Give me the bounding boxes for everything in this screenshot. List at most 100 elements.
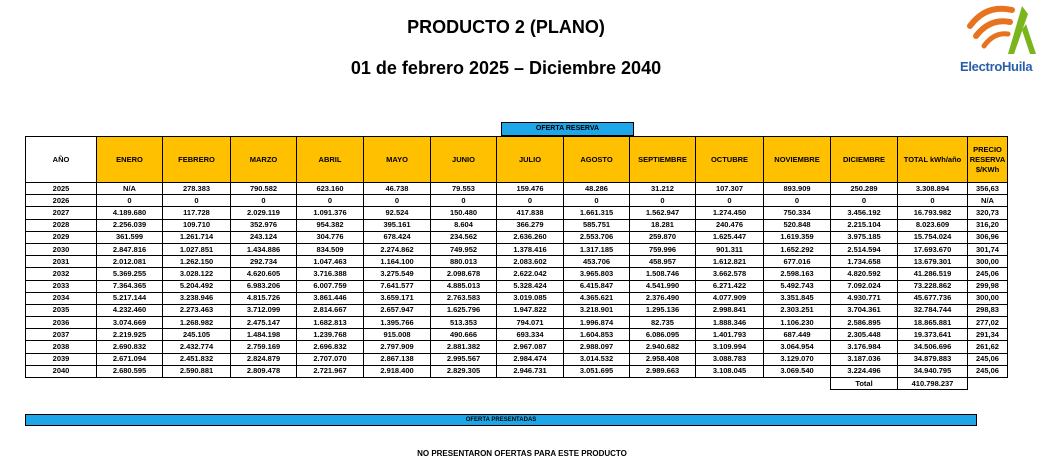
table-cell: 4.820.592 <box>830 267 898 281</box>
table-row: 2027 4.189.680 117.728 2.029.119 1.091.376 92… <box>25 206 1008 220</box>
table-cell: 4.620.605 <box>230 267 297 281</box>
table-cell: 0 <box>96 194 163 208</box>
table-cell: 4.365.621 <box>563 291 630 305</box>
table-cell: 300,00 <box>967 291 1008 305</box>
table-cell: N/A <box>96 181 163 196</box>
table-cell: 2.274.862 <box>363 242 431 257</box>
column-header: MAYO <box>363 136 431 183</box>
column-header: NOVIEMBRE <box>763 136 831 183</box>
table-cell: 6.271.422 <box>695 279 764 293</box>
table-cell: 759.996 <box>629 242 696 257</box>
column-header: DICIEMBRE <box>830 136 898 183</box>
table-cell: 2.553.706 <box>563 230 630 244</box>
table-cell: 298,83 <box>967 303 1008 318</box>
table-cell: 2.273.463 <box>162 303 231 318</box>
table-cell: 3.028.122 <box>162 267 231 281</box>
table-cell: 1.562.947 <box>629 206 696 220</box>
table-cell: 240.476 <box>695 218 764 232</box>
table-cell: 4.930.771 <box>830 291 898 305</box>
column-header: FEBRERO <box>162 136 231 183</box>
table-cell: 2.303.251 <box>763 303 831 318</box>
column-header: AÑO <box>25 136 97 183</box>
column-header: MARZO <box>230 136 297 183</box>
table-cell: 693.334 <box>496 328 564 342</box>
table-cell: 3.074.669 <box>96 316 163 330</box>
table-cell: 2.256.039 <box>96 218 163 232</box>
table-cell: 301,74 <box>967 242 1008 257</box>
table-cell: 300,00 <box>967 255 1008 269</box>
table-cell: 277,02 <box>967 316 1008 330</box>
empty-cell <box>564 378 630 390</box>
table-cell: 2.514.594 <box>830 242 898 257</box>
table-cell: 3.308.894 <box>897 181 968 196</box>
table-cell: 7.641.577 <box>363 279 431 293</box>
table-cell: 2.958.408 <box>629 352 696 366</box>
table-cell: 1.682.813 <box>296 316 364 330</box>
empty-cell <box>630 378 696 390</box>
table-cell: 2.305.448 <box>830 328 898 342</box>
table-cell: 306,96 <box>967 230 1008 244</box>
empty-cell <box>231 378 297 390</box>
table-cell: 3.064.954 <box>763 340 831 354</box>
table-cell: 2.984.474 <box>496 352 564 366</box>
table-cell: 243.124 <box>230 230 297 244</box>
table-cell: 2.012.081 <box>96 255 163 269</box>
table-row: 2037 2.219.925 245.105 1.484.198 1.239.768 91… <box>25 328 1008 342</box>
empty-cell <box>497 378 564 390</box>
table-cell: 1.274.450 <box>695 206 764 220</box>
column-header: ENERO <box>96 136 163 183</box>
table-body: 2025 N/A 278.383 790.582 623.160 46.738 79.553… <box>25 181 1008 391</box>
table-cell: 2.967.087 <box>496 340 564 354</box>
table-cell: 16.793.982 <box>897 206 968 220</box>
year-cell: 2038 <box>25 340 97 354</box>
year-cell: 2033 <box>25 279 97 293</box>
table-cell: 1.619.359 <box>763 230 831 244</box>
table-cell: 3.014.532 <box>563 352 630 366</box>
table-row: 2026 0 0 0 0 0 0 0 0 0 0 0 0 0 N/A <box>25 194 1008 208</box>
table-cell: 2.998.841 <box>695 303 764 318</box>
table-cell: 1.164.100 <box>363 255 431 269</box>
empty-cell <box>431 378 497 390</box>
table-cell: 34.879.883 <box>897 352 968 366</box>
table-cell: 893.909 <box>763 181 831 196</box>
table-cell: 2.829.305 <box>430 364 497 379</box>
table-cell: 356,63 <box>967 181 1008 196</box>
table-cell: 366.279 <box>496 218 564 232</box>
table-cell: 2.763.583 <box>430 291 497 305</box>
page-subtitle: 01 de febrero 2025 – Diciembre 2040 <box>350 58 662 78</box>
table-cell: 2.989.663 <box>629 364 696 379</box>
table-cell: 2.098.678 <box>430 267 497 281</box>
table-cell: 0 <box>496 194 564 208</box>
table-cell: 2.696.832 <box>296 340 364 354</box>
total-value: 410.798.237 <box>897 376 968 391</box>
table-cell: 2.622.042 <box>496 267 564 281</box>
table-cell: 585.751 <box>563 218 630 232</box>
table-cell: 2.721.967 <box>296 364 364 379</box>
table-row: 2034 5.217.144 3.238.946 4.815.726 3.861.446… <box>25 291 1008 305</box>
table-cell: 1.888.346 <box>695 316 764 330</box>
table-cell: 7.364.365 <box>96 279 163 293</box>
table-cell: 901.311 <box>695 242 764 257</box>
table-cell: 159.476 <box>496 181 564 196</box>
table-cell: 2.707.070 <box>296 352 364 366</box>
table-cell: 6.415.847 <box>563 279 630 293</box>
table-cell: 15.754.024 <box>897 230 968 244</box>
year-cell: 2028 <box>25 218 97 232</box>
table-cell: 316,20 <box>967 218 1008 232</box>
table-cell: 31.212 <box>629 181 696 196</box>
year-cell: 2030 <box>25 242 97 257</box>
table-row: 2028 2.256.039 109.710 352.976 954.382 395.16… <box>25 218 1008 232</box>
table-cell: 2.867.138 <box>363 352 431 366</box>
table-cell: 245,06 <box>967 364 1008 379</box>
no-offers-message: NO PRESENTARON OFERTAS PARA ESTE PRODUCT… <box>417 449 627 458</box>
column-header: JULIO <box>496 136 564 183</box>
table-cell: 6.007.759 <box>296 279 364 293</box>
table-cell: 5.369.255 <box>96 267 163 281</box>
column-header: OCTUBRE <box>695 136 764 183</box>
table-cell: 2.946.731 <box>496 364 564 379</box>
table-cell: 0 <box>830 194 898 208</box>
table-cell: 48.286 <box>563 181 630 196</box>
table-cell: 2.824.879 <box>230 352 297 366</box>
table-cell: 107.307 <box>695 181 764 196</box>
table-cell: 41.286.519 <box>897 267 968 281</box>
